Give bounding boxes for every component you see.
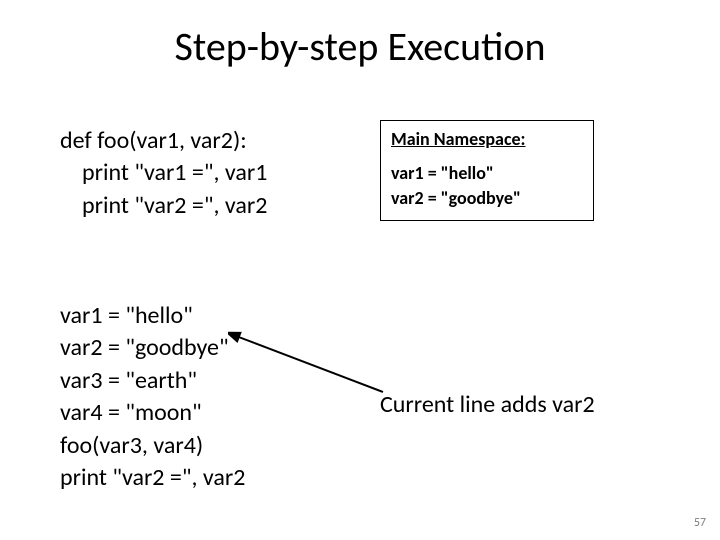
namespace-line: var1 = "hello" [391,161,583,185]
code-line: def foo(var1, var2): [60,125,267,157]
code-line: var2 = "goodbye" [60,332,245,364]
code-line: print "var1 =", var1 [60,157,267,189]
code-line: var1 = "hello" [60,300,245,332]
code-block-function-def: def foo(var1, var2): print "var1 =", var… [60,125,267,222]
slide-number: 57 [694,516,706,530]
slide-title: Step-by-step Execution [0,22,720,71]
code-line: print "var2 =", var2 [60,462,245,494]
annotation-text: Current line adds var2 [380,390,595,419]
code-line: var4 = "moon" [60,397,245,429]
code-line: var3 = "earth" [60,365,245,397]
namespace-line: var2 = "goodbye" [391,186,583,210]
code-line: foo(var3, var4) [60,430,245,462]
slide: Step-by-step Execution def foo(var1, var… [0,0,720,540]
code-block-main: var1 = "hello" var2 = "goodbye" var3 = "… [60,300,245,494]
namespace-box: Main Namespace: var1 = "hello" var2 = "g… [380,120,594,221]
arrow-icon [228,326,388,396]
code-line: print "var2 =", var2 [60,190,267,222]
namespace-heading: Main Namespace: [391,127,583,151]
